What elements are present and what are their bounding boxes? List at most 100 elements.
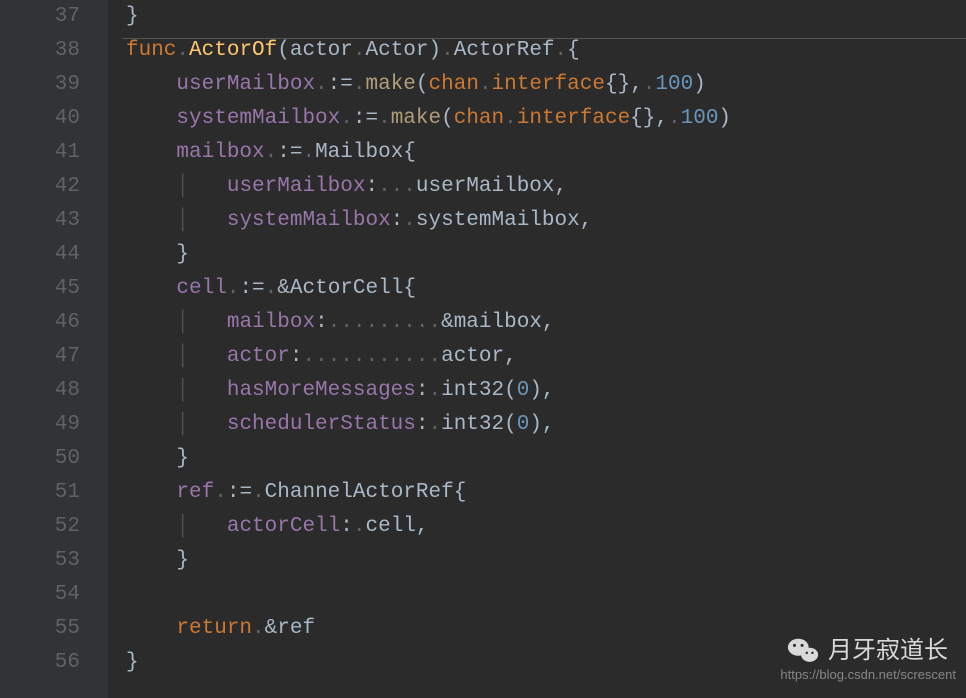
braces: {} (630, 107, 655, 130)
assign: := (328, 73, 353, 96)
code-line: func.ActorOf(actor.Actor).ActorRef.{ (126, 34, 966, 68)
keyword-chan: chan (454, 107, 504, 130)
ws-dot: . (643, 73, 656, 96)
var-name: ref (176, 481, 214, 504)
braces: {} (605, 73, 630, 96)
ws-dot: . (302, 141, 315, 164)
ws-dot: . (353, 73, 366, 96)
builtin-make: make (365, 73, 415, 96)
line-number: 37 (0, 0, 108, 34)
ws-dot: . (353, 515, 366, 538)
line-number: 51 (0, 476, 108, 510)
code-line: } (126, 238, 966, 272)
number-literal: 0 (517, 379, 530, 402)
number-literal: 100 (681, 107, 719, 130)
assign: := (353, 107, 378, 130)
amp: & (441, 311, 454, 334)
code-line: │ systemMailbox:.systemMailbox, (126, 204, 966, 238)
amp: & (277, 277, 290, 300)
brace: } (176, 549, 189, 572)
ws-dot: . (265, 277, 278, 300)
ws-dot: . (227, 277, 240, 300)
field-val: mailbox (454, 311, 542, 334)
line-number: 40 (0, 102, 108, 136)
field-key: actorCell (227, 515, 340, 538)
ws-dot: . (378, 107, 391, 130)
brace: { (454, 481, 467, 504)
paren: ( (416, 73, 429, 96)
brace: { (403, 277, 416, 300)
line-number: 55 (0, 612, 108, 646)
ws-dot: . (441, 39, 454, 62)
field-key: mailbox (227, 311, 315, 334)
ws-dot: . (265, 141, 278, 164)
line-number: 56 (0, 646, 108, 680)
ws-dot: . (555, 39, 568, 62)
ws-dot: . (340, 107, 353, 130)
line-number: 38 (0, 34, 108, 68)
keyword-chan: chan (429, 73, 479, 96)
brace: } (176, 447, 189, 470)
brace: { (403, 141, 416, 164)
code-line: │ userMailbox:...userMailbox, (126, 170, 966, 204)
var-name: cell (176, 277, 226, 300)
code-line: userMailbox.:=.make(chan.interface{},.10… (126, 68, 966, 102)
brace: } (176, 243, 189, 266)
var-name: userMailbox (176, 73, 315, 96)
paren: ) (693, 73, 706, 96)
line-number: 43 (0, 204, 108, 238)
ws-dot: ......... (328, 311, 441, 334)
code-line: } (126, 442, 966, 476)
field-val: actor (441, 345, 504, 368)
field-key: systemMailbox (227, 209, 391, 232)
code-line: mailbox.:=.Mailbox{ (126, 136, 966, 170)
line-number: 53 (0, 544, 108, 578)
ws-dot: . (403, 209, 416, 232)
number-literal: 100 (655, 73, 693, 96)
ws-dot: . (479, 73, 492, 96)
code-line: │ mailbox:.........&mailbox, (126, 306, 966, 340)
code-line: │ actor:...........actor, (126, 340, 966, 374)
var-name: mailbox (176, 141, 264, 164)
line-number: 42 (0, 170, 108, 204)
code-line (126, 578, 966, 612)
line-number: 49 (0, 408, 108, 442)
line-number: 44 (0, 238, 108, 272)
field-val: userMailbox (416, 175, 555, 198)
ws-dot: . (252, 481, 265, 504)
line-number: 50 (0, 442, 108, 476)
line-number: 52 (0, 510, 108, 544)
assign: := (227, 481, 252, 504)
ws-dot: . (504, 107, 517, 130)
ws-dot: . (353, 39, 366, 62)
paren: ( (277, 39, 290, 62)
ws-dot: . (428, 379, 441, 402)
ws-dot: . (252, 617, 265, 640)
var-name: systemMailbox (176, 107, 340, 130)
keyword-func: func (126, 39, 176, 62)
code-line: ref.:=.ChannelActorRef{ (126, 476, 966, 510)
code-editor: 37 38 39 40 41 42 43 44 45 46 47 48 49 5… (0, 0, 966, 698)
ws-dot: . (214, 481, 227, 504)
number-literal: 0 (517, 413, 530, 436)
comma: , (630, 73, 643, 96)
field-key: actor (227, 345, 290, 368)
ws-dot: . (176, 39, 189, 62)
brace: { (567, 39, 580, 62)
line-number: 47 (0, 340, 108, 374)
comma: , (655, 107, 668, 130)
ws-dot: . (668, 107, 681, 130)
watermark-url: https://blog.csdn.net/screscent (780, 658, 956, 692)
keyword-interface: interface (517, 107, 630, 130)
line-number: 41 (0, 136, 108, 170)
code-line: cell.:=.&ActorCell{ (126, 272, 966, 306)
type-name: ChannelActorRef (265, 481, 454, 504)
paren: ) (718, 107, 731, 130)
line-number: 46 (0, 306, 108, 340)
line-number-gutter: 37 38 39 40 41 42 43 44 45 46 47 48 49 5… (0, 0, 108, 698)
field-key: schedulerStatus (227, 413, 416, 436)
amp: & (265, 617, 278, 640)
code-content[interactable]: } func.ActorOf(actor.Actor).ActorRef.{ u… (108, 0, 966, 698)
code-line: │ hasMoreMessages:.int32(0), (126, 374, 966, 408)
brace: } (126, 5, 139, 28)
